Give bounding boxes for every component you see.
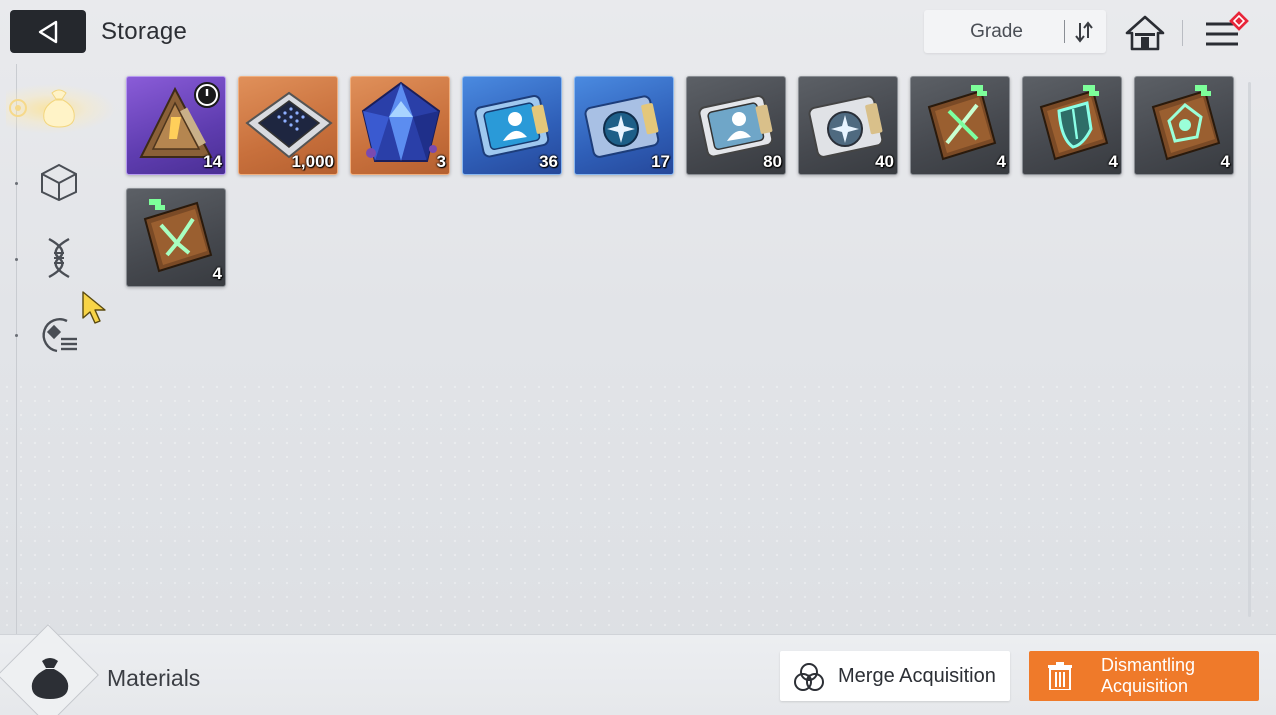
sort-divider	[1064, 20, 1065, 43]
blue-crystal-icon	[361, 81, 441, 162]
eye-book-icon	[1151, 85, 1221, 161]
footer: Materials Merge Acquisition Dismantling …	[0, 624, 1276, 715]
item-slot[interactable]: 1,000	[238, 76, 338, 175]
item-slot[interactable]: 3	[350, 76, 450, 175]
sidebar-tab-genes[interactable]	[30, 229, 88, 287]
page-title: Storage	[101, 18, 188, 45]
dismantling-acquisition-button[interactable]: Dismantling Acquisition	[1029, 651, 1259, 701]
sidebar-tab-boxes[interactable]	[30, 153, 88, 211]
red-diamond-badge-icon	[1229, 11, 1249, 31]
item-count: 3	[436, 152, 446, 171]
scrollbar[interactable]	[1248, 82, 1251, 617]
item-slot[interactable]: 40	[798, 76, 898, 175]
item-slot[interactable]: 4	[126, 188, 226, 287]
item-slot[interactable]: 4	[1134, 76, 1234, 175]
sidebar-dot	[15, 334, 18, 337]
dna-icon	[48, 237, 70, 279]
timer-icon	[194, 82, 220, 108]
sidebar-tab-materials[interactable]	[30, 78, 88, 136]
item-count: 36	[539, 152, 558, 171]
item-count: 80	[763, 152, 782, 171]
sort-dropdown[interactable]: Grade	[924, 10, 1106, 53]
item-slot[interactable]: 4	[910, 76, 1010, 175]
background-texture	[0, 380, 1276, 640]
mouse-cursor-icon	[82, 291, 106, 324]
merge-acquisition-button[interactable]: Merge Acquisition	[780, 651, 1010, 701]
shield-book-icon	[1039, 85, 1109, 161]
cube-icon	[41, 163, 77, 202]
sidebar-dot	[15, 258, 18, 261]
item-count: 40	[875, 152, 894, 171]
sidebar-dot	[15, 182, 18, 185]
sword-book-icon	[927, 85, 997, 161]
home-button[interactable]	[1124, 12, 1166, 54]
item-slot[interactable]: 17	[574, 76, 674, 175]
item-count: 4	[1108, 152, 1118, 171]
active-indicator-icon	[9, 99, 27, 117]
item-count: 17	[651, 152, 670, 171]
item-count: 4	[1220, 152, 1230, 171]
header: Storage Grade	[0, 0, 1276, 64]
category-label: Materials	[107, 665, 201, 691]
pouch-icon	[31, 658, 69, 699]
header-divider	[1182, 20, 1183, 46]
sort-label: Grade	[970, 20, 1023, 42]
sidebar-line	[16, 64, 17, 634]
item-slot[interactable]: 14	[126, 76, 226, 175]
chip-list-icon	[42, 318, 77, 353]
back-button[interactable]	[10, 10, 86, 53]
item-slot[interactable]: 36	[462, 76, 562, 175]
home-icon	[1125, 15, 1165, 51]
item-count: 14	[203, 152, 222, 171]
pouch-icon	[43, 89, 75, 128]
trash-icon	[1048, 662, 1072, 690]
item-slot[interactable]: 4	[1022, 76, 1122, 175]
item-count: 1,000	[291, 152, 334, 171]
back-arrow-icon	[38, 20, 58, 43]
item-slot[interactable]: 80	[686, 76, 786, 175]
menu-button[interactable]	[1200, 8, 1256, 54]
sort-order-icon[interactable]	[1072, 18, 1096, 46]
dismantling-acquisition-label: Dismantling Acquisition	[1101, 655, 1196, 696]
item-count: 4	[212, 264, 222, 283]
merge-icon	[794, 663, 824, 691]
merge-acquisition-label: Merge Acquisition	[838, 664, 996, 687]
item-count: 4	[996, 152, 1006, 171]
wing-book-icon	[143, 199, 213, 273]
